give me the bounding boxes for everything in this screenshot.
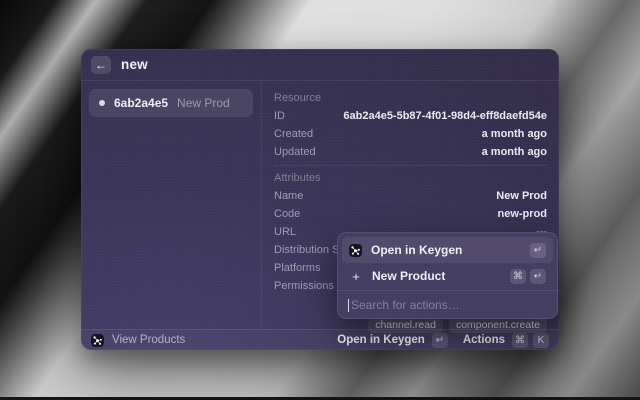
k-key-icon: K <box>533 333 549 348</box>
action-new-product[interactable]: + New Product ⌘ ↵ <box>342 263 553 289</box>
back-arrow-icon: ← <box>95 59 107 71</box>
section-header-attributes: Attributes <box>274 172 320 184</box>
return-key-icon: ↵ <box>530 269 546 284</box>
window-footer: View Products Open in Keygen ↵ Actions ⌘… <box>81 329 559 350</box>
action-open-in-keygen[interactable]: Open in Keygen ↵ <box>342 237 553 263</box>
page-title: new <box>121 57 148 72</box>
raycast-window: ← new 6ab2a4e5 New Prod Resource ID 6ab2… <box>81 49 559 350</box>
back-button[interactable]: ← <box>91 56 111 74</box>
product-id-short: 6ab2a4e5 <box>114 96 168 110</box>
selected-dot-icon <box>99 100 105 106</box>
list-item-product[interactable]: 6ab2a4e5 New Prod <box>89 89 253 117</box>
section-header-resource: Resource <box>274 92 321 104</box>
detail-row-name: Name New Prod <box>274 187 547 205</box>
keygen-icon <box>91 334 104 347</box>
detail-row-id: ID 6ab2a4e5-5b87-4f01-98d4-eff8daefd54e <box>274 107 547 125</box>
section-divider <box>274 165 547 166</box>
detail-row-updated: Updated a month ago <box>274 143 547 161</box>
keygen-icon <box>349 244 362 257</box>
text-caret <box>348 299 349 312</box>
actions-menu-button[interactable]: Actions ⌘ K <box>463 333 549 348</box>
actions-search-input[interactable] <box>351 298 547 312</box>
window-header: ← new <box>81 49 559 81</box>
command-key-icon: ⌘ <box>512 333 528 348</box>
actions-search <box>337 290 558 319</box>
return-key-icon: ↵ <box>432 333 448 348</box>
detail-row-code: Code new-prod <box>274 205 547 223</box>
plus-icon: + <box>349 269 363 284</box>
results-list: 6ab2a4e5 New Prod <box>81 81 262 329</box>
primary-action-button[interactable]: Open in Keygen <box>337 334 425 346</box>
desktop-wallpaper: ← new 6ab2a4e5 New Prod Resource ID 6ab2… <box>0 0 640 400</box>
actions-popup: Open in Keygen ↵ + New Product ⌘ ↵ <box>337 232 558 319</box>
command-key-icon: ⌘ <box>510 269 526 284</box>
return-key-icon: ↵ <box>530 243 546 258</box>
detail-row-created: Created a month ago <box>274 125 547 143</box>
footer-command-title: View Products <box>112 334 185 346</box>
product-name: New Prod <box>177 96 230 110</box>
